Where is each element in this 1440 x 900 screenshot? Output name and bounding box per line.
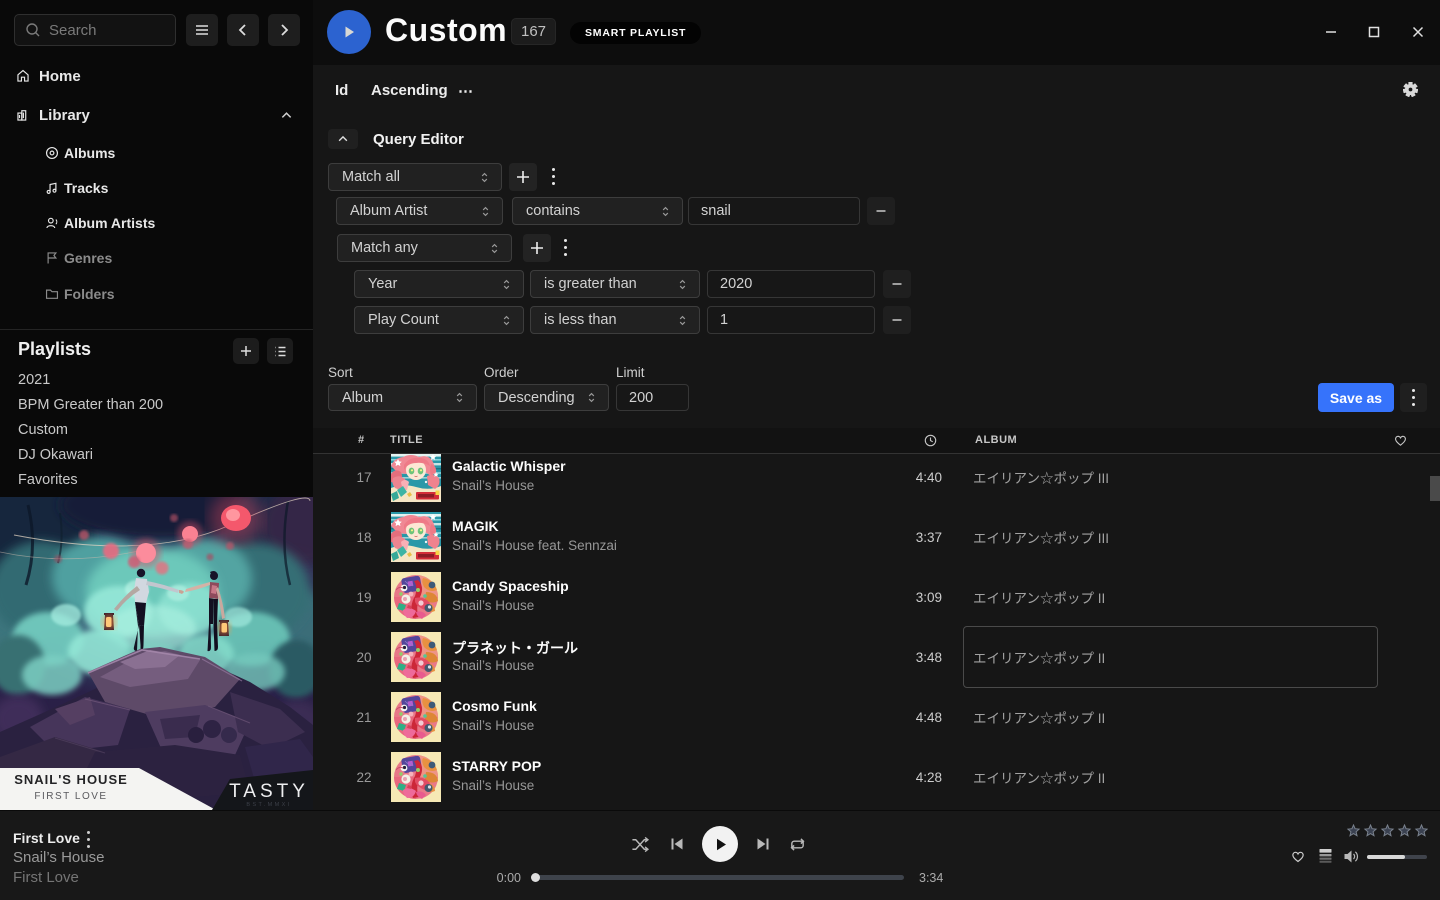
svg-text:FIRST LOVE: FIRST LOVE [34,791,107,802]
svg-text:BST.MMXI: BST.MMXI [246,802,291,808]
svg-text:TASTY: TASTY [229,781,309,802]
svg-text:SNAIL'S HOUSE: SNAIL'S HOUSE [14,772,128,787]
